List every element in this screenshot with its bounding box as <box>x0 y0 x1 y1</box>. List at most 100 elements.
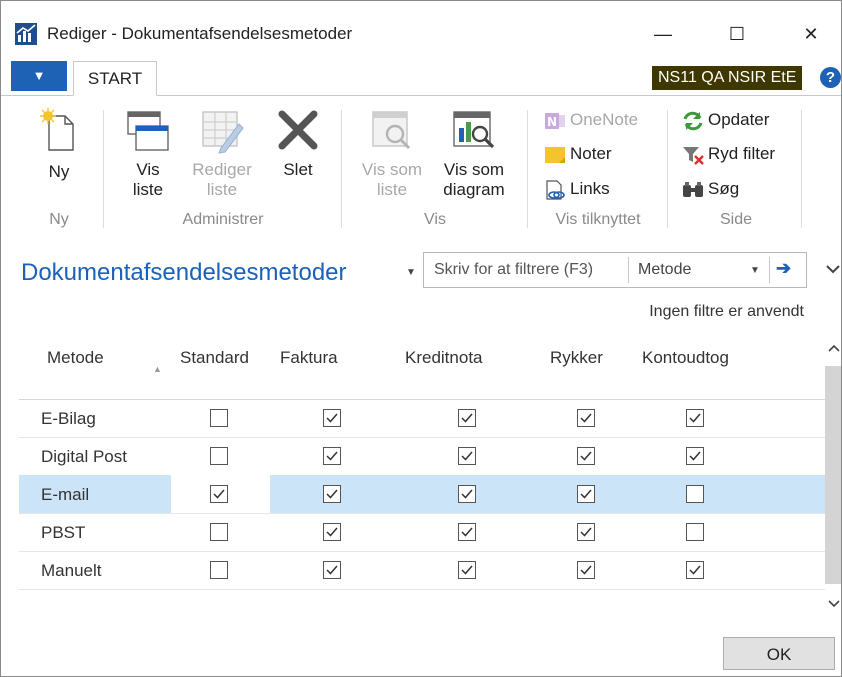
app-menu-button[interactable]: ▼ <box>11 61 67 91</box>
filter-input[interactable]: Skriv for at filtrere (F3) <box>434 261 593 279</box>
edit-list-label-1: Rediger <box>192 160 252 179</box>
find-button[interactable]: Søg <box>681 177 739 201</box>
notes-button[interactable]: Noter <box>543 142 612 166</box>
checkbox[interactable] <box>323 561 341 579</box>
table-row[interactable]: PBST <box>19 513 825 552</box>
column-header-invoice[interactable]: Faktura <box>280 348 338 368</box>
table-row[interactable]: E-Bilag <box>19 399 825 438</box>
checkbox[interactable] <box>577 485 595 503</box>
checkbox[interactable] <box>210 447 228 465</box>
column-header-standard[interactable]: Standard <box>180 348 249 368</box>
table-row[interactable]: Manuelt <box>19 551 825 590</box>
close-button[interactable]: ✕ <box>791 17 831 51</box>
group-divider <box>667 110 668 228</box>
table-row[interactable]: E-mail <box>19 475 825 514</box>
links-button[interactable]: Links <box>543 177 610 201</box>
scroll-up-icon[interactable] <box>827 343 841 353</box>
view-as-chart-label-2: diagram <box>443 180 505 199</box>
view-as-list-button[interactable]: Vis som liste <box>355 96 429 204</box>
checkbox[interactable] <box>577 409 595 427</box>
list-magnifier-icon <box>372 111 411 150</box>
filter-field-select[interactable]: Metode <box>638 261 691 279</box>
delete-x-icon <box>278 110 318 150</box>
scroll-down-icon[interactable] <box>827 599 841 609</box>
view-list-label-1: Vis <box>136 160 160 179</box>
page-title[interactable]: Dokumentafsendelsesmetoder <box>21 259 347 287</box>
checkbox[interactable] <box>458 409 476 427</box>
checkbox[interactable] <box>686 447 704 465</box>
company-badge[interactable]: NS11 QA NSIR EtE <box>652 66 803 90</box>
chevron-down-icon[interactable]: ▼ <box>750 265 760 276</box>
column-header-credit-memo[interactable]: Kreditnota <box>405 348 483 368</box>
table-row[interactable]: Digital Post <box>19 437 825 476</box>
onenote-button[interactable]: N OneNote <box>543 108 638 132</box>
checkbox[interactable] <box>323 523 341 541</box>
note-icon <box>545 146 565 163</box>
ok-button[interactable]: OK <box>723 637 835 670</box>
method-name-cell[interactable]: E-Bilag <box>41 409 96 429</box>
checkbox[interactable] <box>577 523 595 541</box>
checkbox[interactable] <box>323 409 341 427</box>
link-document-icon <box>546 179 565 200</box>
view-as-chart-button[interactable]: Vis som diagram <box>433 96 515 204</box>
delete-button[interactable]: Slet <box>269 96 327 204</box>
group-label-show-attached: Vis tilknyttet <box>555 211 641 228</box>
method-name-cell[interactable]: Digital Post <box>41 447 127 467</box>
methods-grid: Metode ▲ Standard Faktura Kreditnota Ryk… <box>19 333 825 603</box>
checkmark-icon <box>461 451 473 461</box>
find-label: Søg <box>708 179 740 198</box>
checkbox[interactable] <box>686 523 704 541</box>
new-document-icon <box>40 108 74 151</box>
checkbox[interactable] <box>686 409 704 427</box>
view-list-button[interactable]: Vis liste <box>119 96 177 204</box>
column-header-method[interactable]: Metode <box>47 348 104 368</box>
tab-start[interactable]: START <box>73 61 157 96</box>
ribbon-tab-bar: ▼ START NS11 QA NSIR EtE ? <box>1 57 841 96</box>
checkbox[interactable] <box>210 485 228 503</box>
method-name-cell[interactable]: PBST <box>41 523 85 543</box>
checkbox[interactable] <box>577 447 595 465</box>
clear-filter-button[interactable]: Ryd filter <box>681 142 775 166</box>
onenote-label: OneNote <box>570 110 639 129</box>
edit-list-button[interactable]: Rediger liste <box>185 96 259 204</box>
minimize-button[interactable]: — <box>643 17 683 51</box>
checkbox[interactable] <box>686 485 704 503</box>
checkmark-icon <box>326 565 338 575</box>
checkbox[interactable] <box>210 523 228 541</box>
group-divider <box>103 110 104 228</box>
checkbox[interactable] <box>210 409 228 427</box>
checkbox[interactable] <box>458 485 476 503</box>
checkbox[interactable] <box>458 523 476 541</box>
checkbox[interactable] <box>210 561 228 579</box>
group-divider <box>801 110 802 228</box>
column-header-statement[interactable]: Kontoudtog <box>642 348 729 368</box>
checkbox[interactable] <box>686 561 704 579</box>
refresh-icon <box>683 111 703 130</box>
column-header-reminder[interactable]: Rykker <box>550 348 603 368</box>
method-name-cell[interactable]: E-mail <box>41 485 89 505</box>
title-bar: Rediger - Dokumentafsendelsesmetoder — ☐… <box>1 1 841 57</box>
scrollbar-thumb[interactable] <box>825 366 841 584</box>
checkbox[interactable] <box>577 561 595 579</box>
group-divider <box>341 110 342 228</box>
chevron-down-icon: ▼ <box>32 68 46 83</box>
maximize-button[interactable]: ☐ <box>717 17 757 51</box>
arrow-right-icon[interactable]: ➔ <box>776 258 791 279</box>
title-dropdown-icon[interactable]: ▼ <box>406 267 416 278</box>
checkbox[interactable] <box>458 561 476 579</box>
checkmark-icon <box>461 565 473 575</box>
checkbox[interactable] <box>323 447 341 465</box>
window-title: Rediger - Dokumentafsendelsesmetoder <box>47 24 353 43</box>
filter-divider <box>628 257 629 283</box>
refresh-button[interactable]: Opdater <box>681 108 769 132</box>
checkmark-icon <box>580 489 592 499</box>
view-as-list-label-1: Vis som <box>361 160 423 179</box>
new-button[interactable]: Ny <box>29 96 89 204</box>
app-chart-icon <box>15 23 37 45</box>
checkbox[interactable] <box>458 447 476 465</box>
sort-ascending-icon: ▲ <box>153 364 162 374</box>
collapse-chevron-icon[interactable] <box>825 263 841 275</box>
checkbox[interactable] <box>323 485 341 503</box>
help-icon[interactable]: ? <box>820 67 841 88</box>
method-name-cell[interactable]: Manuelt <box>41 561 101 581</box>
